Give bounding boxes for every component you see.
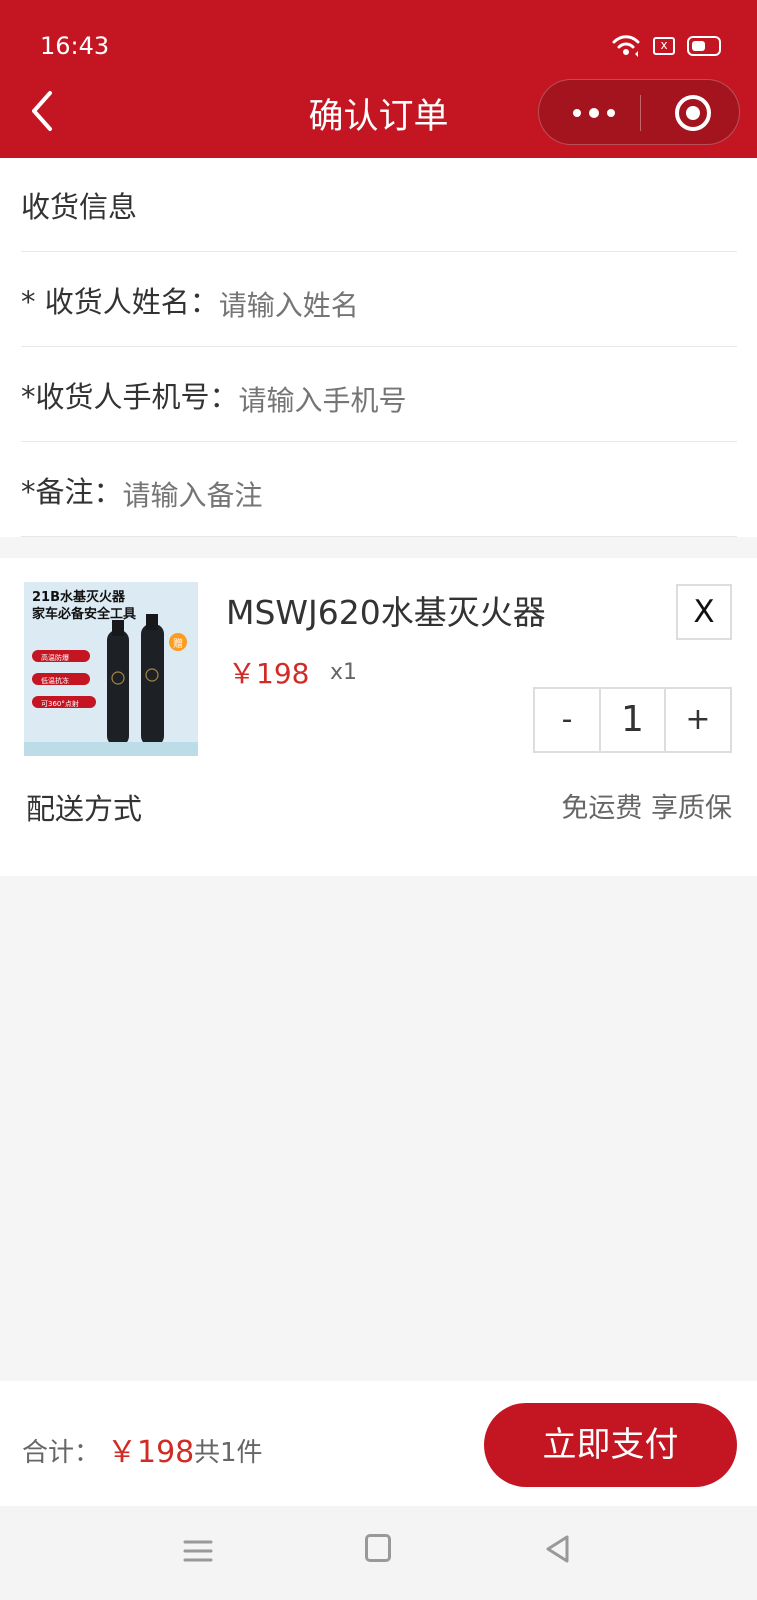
product-panel: 21B水基灭火器 家车必备安全工具 高温防爆 低温抗冻 可360°点射 赠 MS…	[0, 558, 757, 876]
name-field-row: * 收货人姓名：	[21, 253, 737, 347]
checkout-footer: 合计： ￥198 共1件 立即支付	[0, 1381, 757, 1506]
name-label: * 收货人姓名：	[21, 284, 219, 319]
pay-now-button[interactable]: 立即支付	[484, 1403, 737, 1487]
target-icon[interactable]	[675, 95, 711, 131]
mini-program-capsule	[538, 79, 740, 145]
menu-icon[interactable]	[183, 1537, 213, 1565]
product-price: ￥198	[228, 657, 310, 690]
phone-input[interactable]	[238, 384, 689, 417]
note-label: *备注：	[21, 474, 123, 509]
phone-field-row: *收货人手机号：	[21, 348, 737, 442]
image-badge-3: 可360°点射	[41, 699, 79, 708]
note-field-row: *备注：	[21, 443, 737, 537]
delivery-label: 配送方式	[26, 792, 143, 826]
status-icons: x	[611, 34, 721, 58]
back-icon[interactable]	[543, 1533, 573, 1565]
system-navigation-bar	[0, 1506, 757, 1600]
capsule-divider	[640, 95, 641, 131]
total-label: 合计：	[22, 1438, 101, 1468]
status-time: 16:43	[40, 32, 110, 60]
name-input[interactable]	[218, 289, 669, 322]
phone-label: *收货人手机号：	[21, 379, 239, 414]
receiving-info-panel: 收货信息 * 收货人姓名： *收货人手机号： *备注：	[0, 158, 757, 537]
battery-badge-icon: x	[653, 37, 675, 55]
remove-product-button[interactable]: X	[676, 584, 732, 640]
receiving-title-row: 收货信息	[21, 158, 737, 252]
note-input[interactable]	[122, 479, 573, 512]
total-count: 共1件	[194, 1438, 263, 1468]
home-icon[interactable]	[365, 1534, 391, 1562]
quantity-value: 1	[599, 689, 666, 751]
product-quantity-text: x1	[330, 660, 358, 685]
image-badge-1: 高温防爆	[41, 653, 69, 662]
total-price: ￥198	[107, 1435, 195, 1470]
product-image: 21B水基灭火器 家车必备安全工具 高温防爆 低温抗冻 可360°点射 赠	[24, 582, 198, 756]
quantity-stepper: - 1 +	[533, 687, 732, 753]
product-name: MSWJ620水基灭火器	[226, 593, 546, 632]
app-header: 16:43 x 确认订单	[0, 0, 757, 158]
image-badge-2: 低温抗冻	[41, 676, 69, 685]
fire-extinguisher-product-icon: 21B水基灭火器 家车必备安全工具 高温防爆 低温抗冻 可360°点射 赠	[24, 582, 198, 756]
more-icon[interactable]	[569, 96, 619, 130]
wifi-icon	[612, 35, 640, 57]
image-line1: 21B水基灭火器	[32, 589, 126, 605]
battery-icon	[687, 36, 721, 56]
image-line2: 家车必备安全工具	[32, 606, 136, 622]
decrease-quantity-button[interactable]: -	[535, 689, 599, 751]
increase-quantity-button[interactable]: +	[666, 689, 730, 751]
image-sticker: 赠	[173, 637, 183, 650]
receiving-title: 收货信息	[21, 189, 138, 224]
delivery-value: 免运费 享质保	[561, 793, 732, 824]
